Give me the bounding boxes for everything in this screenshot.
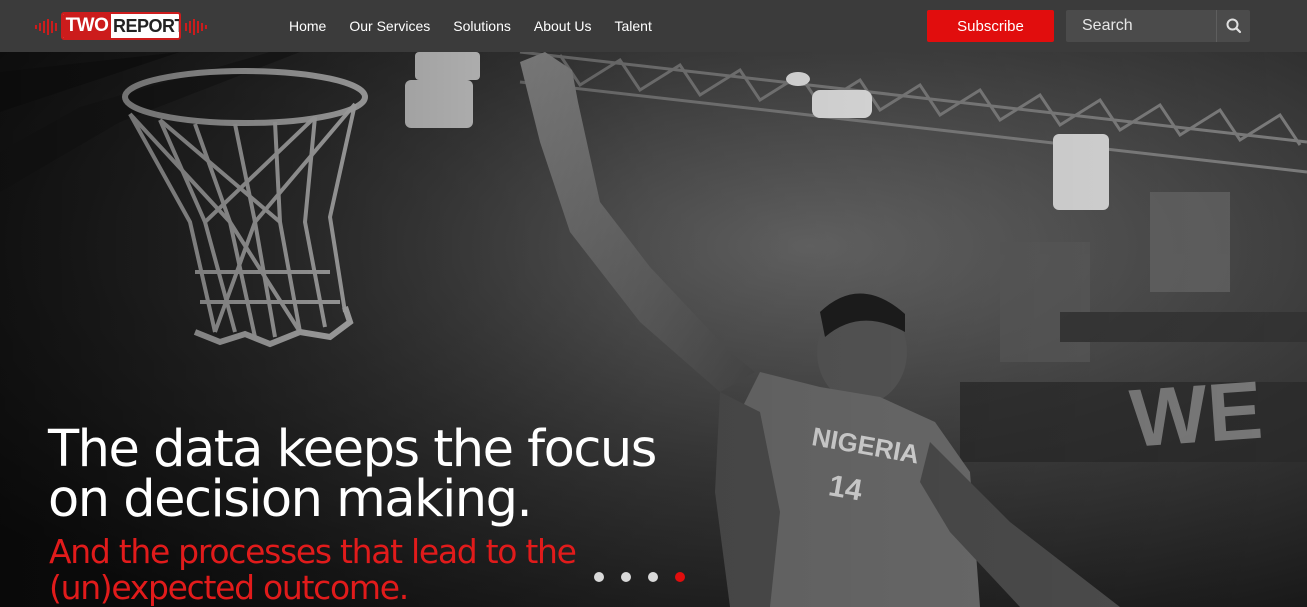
hero-headline: The data keeps the focus on decision mak… (48, 420, 657, 529)
hero-slider: WE (0, 52, 1307, 607)
nav-solutions[interactable]: Solutions (453, 18, 511, 34)
slider-pagination (594, 572, 685, 584)
slide-dot-4-active[interactable] (675, 572, 685, 582)
logo-text-report: REPORT (113, 16, 181, 36)
main-nav: Home Our Services Solutions About Us Tal… (289, 0, 675, 52)
nav-talent[interactable]: Talent (614, 18, 651, 34)
nav-home[interactable]: Home (289, 18, 326, 34)
slide-dot-1[interactable] (594, 572, 604, 582)
search-button[interactable] (1216, 10, 1250, 42)
sound-waves-icon (185, 19, 207, 35)
nav-our-services[interactable]: Our Services (349, 18, 430, 34)
subscribe-button[interactable]: Subscribe (927, 10, 1054, 42)
search-box (1066, 10, 1250, 42)
hero-subheadline: And the processes that lead to the (un)e… (49, 532, 577, 607)
page: TWO REPORT Home Our Services Solutions A… (0, 0, 1307, 607)
magnifier-icon (1226, 18, 1242, 34)
site-logo[interactable]: TWO REPORT (33, 10, 209, 44)
logo-text-two: TWO (63, 14, 111, 38)
slide-dot-2[interactable] (621, 572, 631, 582)
search-input[interactable] (1066, 10, 1214, 42)
sound-waves-icon (35, 19, 57, 35)
slide-dot-3[interactable] (648, 572, 658, 582)
logo-wordmark: TWO REPORT (61, 12, 181, 40)
top-navbar: TWO REPORT Home Our Services Solutions A… (0, 0, 1307, 52)
nav-about-us[interactable]: About Us (534, 18, 592, 34)
